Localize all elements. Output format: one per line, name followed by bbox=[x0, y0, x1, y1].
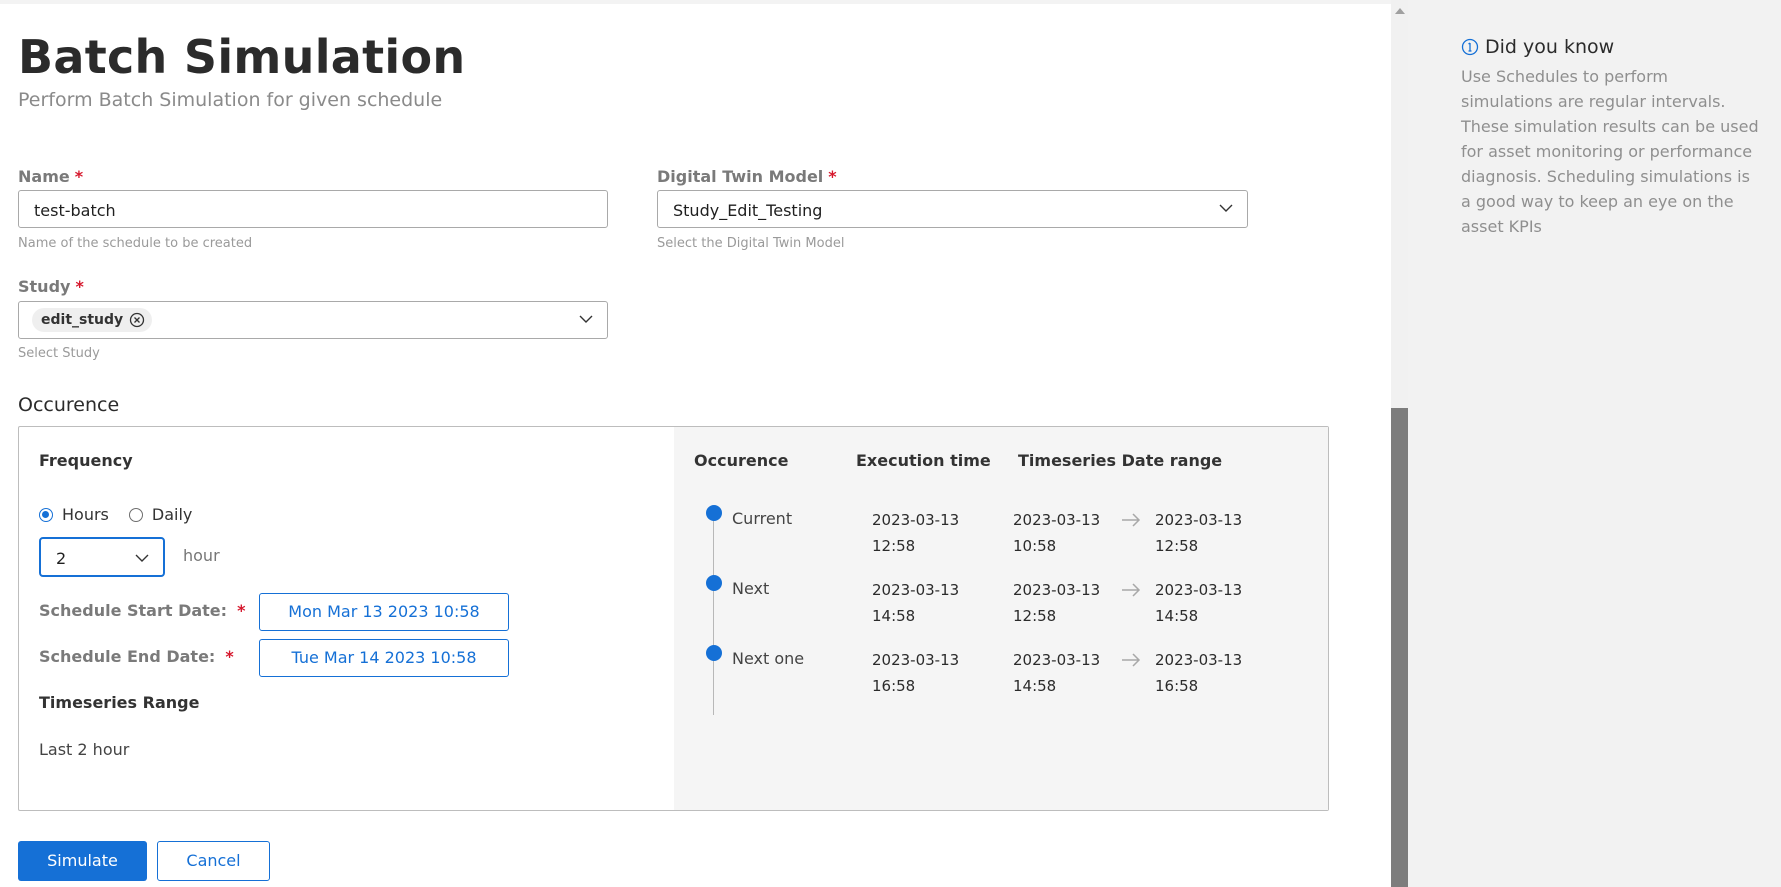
study-label: Study * bbox=[18, 277, 84, 296]
column-header-occurence: Occurence bbox=[694, 451, 789, 470]
radio-daily-label[interactable]: Daily bbox=[152, 505, 192, 524]
occurrence-table: Occurence Execution time Timeseries Date… bbox=[674, 427, 1328, 810]
arrow-right-icon bbox=[1122, 653, 1141, 667]
top-divider bbox=[0, 0, 1391, 4]
end-date-label: Schedule End Date: * bbox=[39, 647, 234, 666]
interval-select[interactable]: 2 bbox=[39, 537, 165, 577]
required-marker: * bbox=[237, 601, 246, 620]
row-name: Next one bbox=[732, 649, 805, 668]
name-input-value: test-batch bbox=[34, 201, 116, 220]
row-name: Next bbox=[732, 579, 770, 598]
radio-daily[interactable] bbox=[128, 507, 143, 522]
timeline-line bbox=[713, 511, 714, 715]
range-from-cell: 2023-03-13 12:58 bbox=[1013, 581, 1101, 625]
scroll-up-arrow-icon[interactable] bbox=[1395, 8, 1405, 14]
model-label: Digital Twin Model * bbox=[657, 167, 837, 186]
page-title: Batch Simulation bbox=[18, 30, 466, 84]
page-subtitle: Perform Batch Simulation for given sched… bbox=[18, 89, 443, 111]
scrollbar[interactable] bbox=[1391, 0, 1408, 887]
required-marker: * bbox=[225, 647, 234, 666]
radio-hours-label[interactable]: Hours bbox=[62, 505, 109, 524]
range-to-cell: 2023-03-13 16:58 bbox=[1155, 651, 1243, 695]
execution-time-cell: 2023-03-13 14:58 bbox=[872, 581, 960, 625]
column-header-execution-time: Execution time bbox=[856, 451, 991, 470]
required-marker: * bbox=[828, 167, 837, 186]
chevron-down-icon[interactable] bbox=[1219, 201, 1233, 215]
study-chip-label: edit_study bbox=[41, 312, 124, 328]
info-icon bbox=[1461, 38, 1479, 56]
timeseries-range-value: Last 2 hour bbox=[39, 740, 130, 759]
model-hint: Select the Digital Twin Model bbox=[657, 236, 845, 251]
main-content: Batch Simulation Perform Batch Simulatio… bbox=[0, 0, 1391, 887]
arrow-right-icon bbox=[1122, 513, 1141, 527]
model-select-value: Study_Edit_Testing bbox=[673, 201, 823, 220]
timeseries-range-title: Timeseries Range bbox=[39, 693, 200, 712]
occurrence-panel: Frequency Hours Daily 2 hour Schedule St… bbox=[18, 426, 1329, 811]
end-date-button[interactable]: Tue Mar 14 2023 10:58 bbox=[259, 639, 509, 677]
name-hint: Name of the schedule to be created bbox=[18, 236, 253, 251]
range-from-cell: 2023-03-13 14:58 bbox=[1013, 651, 1101, 695]
study-hint: Select Study bbox=[18, 346, 100, 361]
required-marker: * bbox=[74, 167, 84, 186]
simulate-button[interactable]: Simulate bbox=[18, 841, 147, 881]
study-chip: edit_study bbox=[32, 308, 153, 332]
did-you-know-title: Did you know bbox=[1461, 36, 1614, 58]
interval-select-value: 2 bbox=[56, 549, 67, 568]
radio-hours[interactable] bbox=[39, 507, 53, 522]
range-from-cell: 2023-03-13 10:58 bbox=[1013, 511, 1101, 555]
did-you-know-panel: Did you know Use Schedules to perform si… bbox=[1408, 0, 1781, 887]
model-select[interactable]: Study_Edit_Testing bbox=[657, 190, 1248, 228]
start-date-label: Schedule Start Date: * bbox=[39, 601, 246, 620]
execution-time-cell: 2023-03-13 12:58 bbox=[872, 511, 960, 555]
cancel-button[interactable]: Cancel bbox=[157, 841, 270, 881]
remove-circle-icon[interactable] bbox=[129, 312, 145, 328]
arrow-right-icon bbox=[1122, 583, 1141, 597]
frequency-title: Frequency bbox=[39, 451, 133, 470]
name-label: Name * bbox=[18, 167, 84, 186]
range-to-cell: 2023-03-13 12:58 bbox=[1155, 511, 1243, 555]
row-name: Current bbox=[732, 509, 793, 528]
column-header-date-range: Timeseries Date range bbox=[1018, 451, 1223, 470]
range-to-cell: 2023-03-13 14:58 bbox=[1155, 581, 1243, 625]
did-you-know-title-text: Did you know bbox=[1485, 36, 1615, 58]
execution-time-cell: 2023-03-13 16:58 bbox=[872, 651, 960, 695]
timeline-dot bbox=[706, 575, 722, 591]
start-date-button[interactable]: Mon Mar 13 2023 10:58 bbox=[259, 593, 509, 631]
scrollbar-thumb[interactable] bbox=[1391, 408, 1408, 887]
frequency-radio-group: Hours Daily bbox=[39, 505, 212, 524]
did-you-know-text: Use Schedules to perform simulations are… bbox=[1461, 67, 1759, 236]
occurrence-section-title: Occurence bbox=[18, 394, 120, 416]
interval-unit: hour bbox=[183, 546, 220, 565]
timeline-dot bbox=[706, 645, 722, 661]
name-input[interactable]: test-batch bbox=[18, 190, 608, 228]
chevron-down-icon[interactable] bbox=[135, 551, 149, 565]
chevron-down-icon[interactable] bbox=[579, 312, 593, 326]
timeline-dot bbox=[706, 505, 722, 521]
study-select[interactable]: edit_study bbox=[18, 301, 608, 339]
required-marker: * bbox=[75, 277, 84, 296]
